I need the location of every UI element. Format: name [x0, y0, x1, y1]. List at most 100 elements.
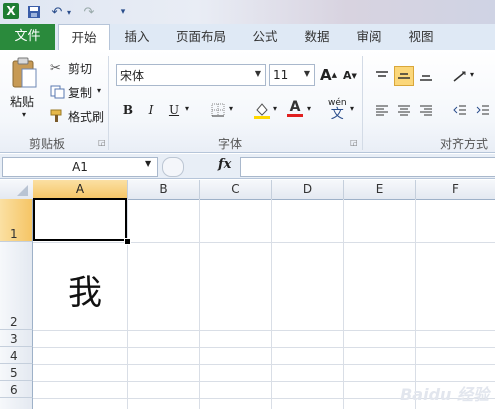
- row-header-1[interactable]: 1: [0, 199, 33, 242]
- column-header-e[interactable]: E: [344, 180, 416, 200]
- font-size-value: 11: [273, 68, 289, 82]
- formula-input[interactable]: [240, 157, 495, 177]
- font-color-swatch: [287, 113, 303, 117]
- underline-button[interactable]: U: [164, 100, 184, 120]
- cell-a2[interactable]: 我: [68, 265, 102, 314]
- name-box-value: A1: [72, 160, 88, 174]
- cut-button[interactable]: 剪切: [68, 60, 92, 77]
- clipboard-launcher-icon[interactable]: ◲: [98, 138, 106, 147]
- phonetic-button[interactable]: wén 文: [328, 98, 347, 122]
- format-painter-icon[interactable]: [50, 108, 66, 124]
- text-orientation-icon[interactable]: [450, 66, 470, 86]
- shrink-font-glyph: A: [343, 69, 352, 82]
- fill-color-dropdown-icon[interactable]: ▾: [273, 104, 277, 113]
- copy-dropdown-icon[interactable]: ▾: [97, 86, 101, 95]
- align-middle-icon[interactable]: [394, 66, 414, 86]
- ribbon-separator: [108, 56, 109, 150]
- underline-dropdown-icon[interactable]: ▾: [185, 104, 189, 113]
- align-left-icon[interactable]: [372, 100, 392, 120]
- bold-button[interactable]: B: [118, 100, 138, 120]
- row-header-3[interactable]: 3: [0, 330, 33, 347]
- copy-button[interactable]: 复制: [68, 84, 92, 101]
- gridline: [33, 364, 495, 365]
- fill-handle[interactable]: [124, 238, 131, 245]
- select-all-corner[interactable]: [0, 180, 34, 200]
- active-cell-a1[interactable]: [33, 198, 127, 241]
- grow-font-glyph: A: [320, 66, 332, 84]
- column-header-a[interactable]: A: [33, 180, 128, 200]
- undo-dropdown-icon[interactable]: ▾: [64, 3, 74, 21]
- orientation-dropdown-icon[interactable]: ▾: [470, 70, 474, 79]
- phonetic-char: 文: [330, 107, 344, 122]
- row-header-7[interactable]: [0, 398, 33, 409]
- align-bottom-icon[interactable]: [416, 66, 436, 86]
- undo-button[interactable]: ↶: [50, 3, 64, 21]
- font-launcher-icon[interactable]: ◲: [350, 138, 358, 147]
- chevron-down-icon: ▼: [303, 69, 310, 78]
- tab-insert[interactable]: 插入: [114, 24, 160, 50]
- font-color-glyph: A: [289, 98, 301, 115]
- tab-data[interactable]: 数据: [296, 24, 338, 50]
- align-top-icon[interactable]: [372, 66, 392, 86]
- name-box-dropdown-icon[interactable]: ▼: [145, 159, 151, 168]
- fill-color-icon[interactable]: [252, 100, 272, 120]
- tab-file[interactable]: 文件: [0, 24, 55, 50]
- copy-icon[interactable]: [50, 84, 66, 100]
- chevron-down-icon: ▼: [254, 69, 261, 78]
- tab-formulas[interactable]: 公式: [244, 24, 286, 50]
- grow-font-button[interactable]: A ▲: [320, 66, 337, 84]
- gridline: [343, 199, 344, 409]
- column-header-d[interactable]: D: [272, 180, 344, 200]
- paste-icon[interactable]: [10, 56, 40, 90]
- save-icon[interactable]: [26, 3, 42, 21]
- increase-indent-icon[interactable]: [473, 100, 493, 120]
- ribbon-separator: [362, 56, 363, 150]
- watermark: Baidu 经验: [400, 385, 489, 404]
- decrease-indent-icon[interactable]: [450, 100, 470, 120]
- italic-button[interactable]: I: [141, 100, 161, 120]
- gridline: [33, 242, 495, 243]
- row-header-2[interactable]: 2: [0, 242, 33, 330]
- name-box[interactable]: A1: [2, 157, 158, 177]
- redo-button[interactable]: ↷: [82, 3, 96, 21]
- gridline: [127, 199, 128, 409]
- phonetic-dropdown-icon[interactable]: ▾: [350, 104, 354, 113]
- font-size-select[interactable]: 11 ▼: [269, 64, 315, 86]
- paste-dropdown-icon[interactable]: ▾: [22, 110, 26, 119]
- gridline: [33, 330, 495, 331]
- column-header-b[interactable]: B: [128, 180, 200, 200]
- customize-quick-access-button[interactable]: ▾: [118, 3, 128, 21]
- row-header-4[interactable]: 4: [0, 347, 33, 364]
- gridline: [199, 199, 200, 409]
- paste-button[interactable]: 粘贴: [10, 93, 34, 110]
- column-header-c[interactable]: C: [200, 180, 272, 200]
- tab-page-layout[interactable]: 页面布局: [170, 24, 232, 50]
- shrink-font-button[interactable]: A ▼: [343, 69, 357, 82]
- format-painter-button[interactable]: 格式刷: [68, 108, 104, 125]
- tab-review[interactable]: 审阅: [348, 24, 390, 50]
- title-bar: [0, 0, 495, 24]
- font-color-dropdown-icon[interactable]: ▾: [307, 104, 311, 113]
- scissors-icon[interactable]: ✂: [50, 60, 66, 76]
- align-center-icon[interactable]: [394, 100, 414, 120]
- align-right-icon[interactable]: [416, 100, 436, 120]
- clipboard-group-label: 剪贴板: [28, 137, 65, 151]
- tab-home[interactable]: 开始: [58, 24, 110, 51]
- border-icon[interactable]: [208, 100, 228, 120]
- border-dropdown-icon[interactable]: ▾: [229, 104, 233, 113]
- gridline: [33, 347, 495, 348]
- font-color-button[interactable]: A: [285, 98, 305, 118]
- font-name-value: 宋体: [120, 68, 145, 83]
- gridline: [415, 199, 416, 409]
- row-header-5[interactable]: 5: [0, 364, 33, 381]
- font-group-label: 字体: [217, 137, 242, 151]
- row-header-6[interactable]: 6: [0, 381, 33, 398]
- excel-app-icon[interactable]: X: [3, 3, 19, 19]
- formula-bar-expander[interactable]: [162, 157, 184, 177]
- font-name-select[interactable]: 宋体 ▼: [116, 64, 266, 86]
- insert-function-button[interactable]: fx: [218, 157, 231, 172]
- alignment-group-label: 对齐方式: [440, 137, 489, 151]
- tab-view[interactable]: 视图: [400, 24, 442, 50]
- gridline: [271, 199, 272, 409]
- column-header-f[interactable]: F: [416, 180, 495, 200]
